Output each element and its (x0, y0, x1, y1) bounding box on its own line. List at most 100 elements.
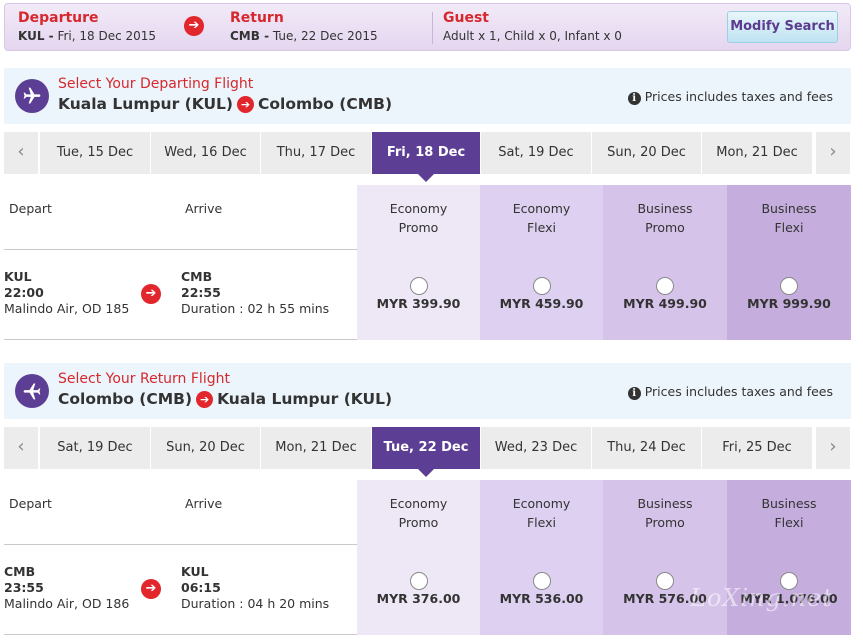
fare-class-header: Business Promo (603, 185, 727, 250)
date-tab[interactable]: Thu, 17 Dec (261, 132, 371, 174)
outbound-date-bar: ‹ Tue, 15 Dec Wed, 16 Dec Thu, 17 Dec Fr… (4, 132, 851, 182)
fare-class-type: Flexi (774, 220, 804, 235)
flight-row: CMB 23:55 Malindo Air, OD 186 ➔ KUL 06:1… (4, 545, 851, 635)
fare-price: MYR 1,076.00 (740, 591, 838, 606)
date-tab[interactable]: Mon, 21 Dec (261, 427, 371, 469)
date-tab[interactable]: Sat, 19 Dec (481, 132, 591, 174)
fare-radio[interactable] (532, 277, 551, 295)
date-tab[interactable]: Fri, 25 Dec (702, 427, 812, 469)
return-date: Tue, 22 Dec 2015 (272, 29, 378, 43)
fare-cell[interactable]: MYR 536.00 (480, 545, 603, 635)
fare-cell[interactable]: MYR 376.00 (357, 545, 480, 635)
arrival-airport: CMB (181, 269, 213, 284)
date-tab[interactable]: Mon, 21 Dec (702, 132, 812, 174)
chevron-right-icon: › (829, 141, 837, 162)
fare-radio[interactable] (656, 572, 674, 590)
fare-radio[interactable] (532, 572, 551, 590)
fare-radio[interactable] (409, 277, 428, 295)
outbound-price-note: i Prices includes taxes and fees (627, 89, 833, 105)
fare-cell[interactable]: MYR 999.90 (727, 250, 851, 340)
fare-radio[interactable] (780, 572, 798, 590)
date-tab[interactable]: Tue, 15 Dec (40, 132, 150, 174)
date-tab-selected[interactable]: Fri, 18 Dec (372, 132, 480, 182)
info-icon: i (627, 92, 641, 105)
departure-summary: Departure KUL - Fri, 18 Dec 2015 (18, 10, 156, 45)
arrive-header: Arrive (185, 496, 223, 511)
duration: Duration : 04 h 20 mins (181, 596, 330, 611)
fare-price: MYR 399.90 (376, 296, 461, 311)
departure-time: 22:00 (4, 285, 44, 300)
inbound-select-label: Select Your Return Flight (58, 371, 230, 387)
fare-cell[interactable]: MYR 576.00 (603, 545, 727, 635)
fare-radio[interactable] (780, 277, 798, 295)
info-icon: i (627, 387, 641, 400)
departure-info: KUL 22:00 Malindo Air, OD 185 (4, 269, 129, 317)
next-dates-button[interactable]: › (816, 427, 850, 469)
departure-time: 23:55 (4, 580, 44, 595)
price-note-text: Prices includes taxes and fees (644, 89, 833, 104)
fare-class-name: Business (761, 201, 817, 216)
fare-class-header: Business Flexi (727, 185, 851, 250)
fare-class-name: Economy (512, 496, 571, 511)
arrow-right-icon: ➔ (141, 579, 161, 599)
fare-cell[interactable]: MYR 459.90 (480, 250, 603, 340)
date-tab[interactable]: Wed, 23 Dec (481, 427, 591, 469)
arrival-time: 06:15 (181, 580, 221, 595)
fare-radio[interactable] (656, 277, 674, 295)
fare-class-header: Business Flexi (727, 480, 851, 545)
fare-class-name: Economy (389, 496, 448, 511)
fare-cell[interactable]: MYR 1,076.00 (727, 545, 851, 635)
fare-class-type: Promo (645, 220, 685, 235)
outbound-route: Kuala Lumpur (KUL) ➔ Colombo (CMB) (58, 94, 392, 114)
fare-cell[interactable]: MYR 499.90 (603, 250, 727, 340)
fare-price: MYR 459.90 (499, 296, 584, 311)
fare-class-type: Promo (398, 220, 439, 235)
inbound-origin: Colombo (CMB) (58, 390, 193, 408)
summary-divider (432, 12, 433, 44)
arrow-right-icon: ➔ (141, 284, 161, 304)
date-tab[interactable]: Thu, 24 Dec (592, 427, 701, 469)
arrive-header: Arrive (185, 201, 223, 216)
outbound-fare-table: Depart Arrive Economy Promo Economy Flex… (4, 185, 851, 340)
modify-search-button[interactable]: Modify Search (727, 11, 838, 43)
fare-class-header: Economy Flexi (480, 480, 603, 545)
inbound-route: Colombo (CMB) ➔ Kuala Lumpur (KUL) (58, 389, 392, 409)
arrow-right-icon: ➔ (184, 16, 204, 36)
price-note-text: Prices includes taxes and fees (644, 384, 833, 399)
fare-class-header: Economy Flexi (480, 185, 603, 250)
fare-radio[interactable] (409, 572, 428, 590)
carrier: Malindo Air, OD 185 (4, 301, 130, 316)
fare-class-name: Business (761, 496, 817, 511)
fare-class-name: Business (637, 496, 693, 511)
guest-title: Guest (443, 10, 489, 26)
flight-row: KUL 22:00 Malindo Air, OD 185 ➔ CMB 22:5… (4, 250, 851, 340)
date-tab[interactable]: Sun, 20 Dec (592, 132, 701, 174)
departure-code: KUL - (18, 29, 54, 43)
prev-dates-button[interactable]: ‹ (4, 427, 38, 469)
fare-class-name: Business (637, 201, 693, 216)
next-dates-button[interactable]: › (816, 132, 850, 174)
fare-price: MYR 376.00 (376, 591, 461, 606)
inbound-date-bar: ‹ Sat, 19 Dec Sun, 20 Dec Mon, 21 Dec Tu… (4, 427, 851, 477)
departure-date: Fri, 18 Dec 2015 (57, 29, 157, 43)
arrow-right-icon: ➔ (237, 96, 255, 113)
date-tab[interactable]: Sat, 19 Dec (40, 427, 150, 469)
inbound-destination: Kuala Lumpur (KUL) (217, 390, 393, 408)
duration: Duration : 02 h 55 mins (181, 301, 330, 316)
date-tab-selected[interactable]: Tue, 22 Dec (372, 427, 480, 477)
arrival-time: 22:55 (181, 285, 221, 300)
date-tab[interactable]: Sun, 20 Dec (151, 427, 260, 469)
inbound-header: Select Your Return Flight Colombo (CMB) ➔… (4, 363, 851, 419)
chevron-left-icon: ‹ (17, 436, 25, 457)
table-header: Depart Arrive Economy Promo Economy Flex… (4, 185, 851, 250)
chevron-left-icon: ‹ (17, 141, 25, 162)
departure-airport: KUL (4, 269, 32, 284)
return-title: Return (230, 10, 284, 26)
prev-dates-button[interactable]: ‹ (4, 132, 38, 174)
fare-cell[interactable]: MYR 399.90 (357, 250, 480, 340)
fare-class-header: Business Promo (603, 480, 727, 545)
guest-summary: Guest Adult x 1, Child x 0, Infant x 0 (443, 10, 622, 45)
plane-icon (15, 79, 49, 113)
search-summary-bar: Departure KUL - Fri, 18 Dec 2015 ➔ Retur… (4, 3, 851, 51)
date-tab[interactable]: Wed, 16 Dec (151, 132, 260, 174)
